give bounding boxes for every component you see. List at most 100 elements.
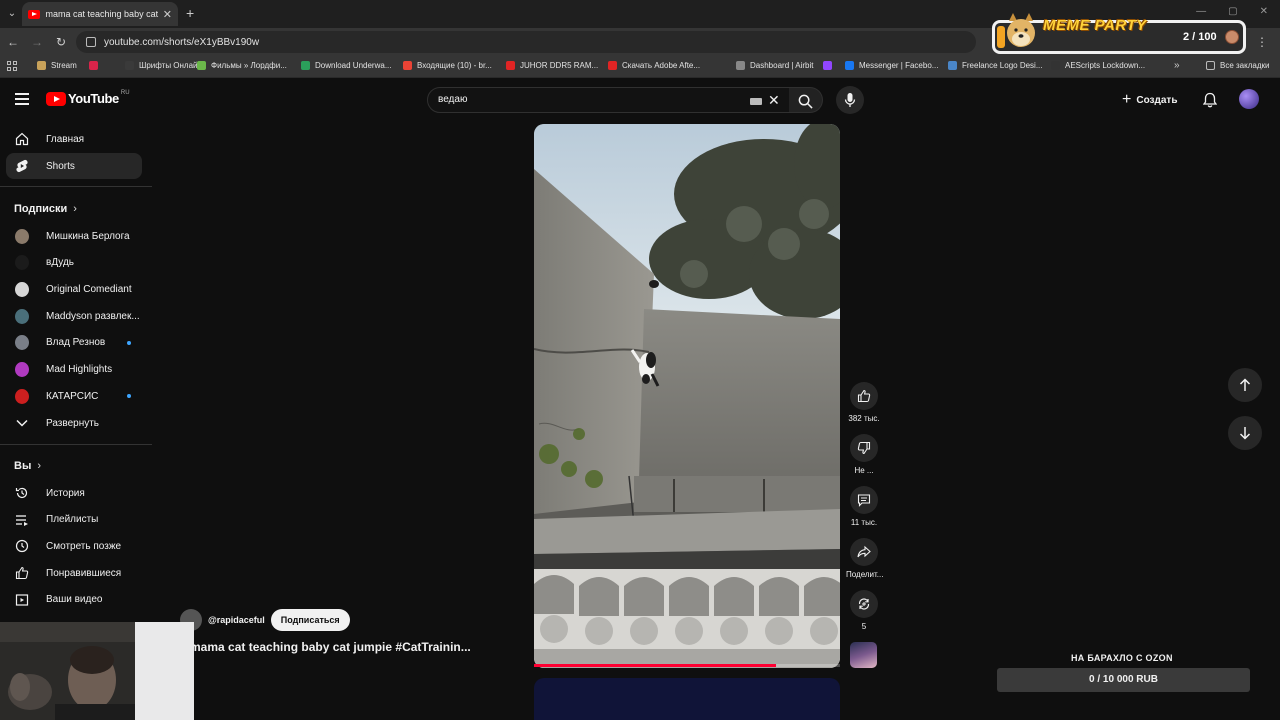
subscriptions-heading[interactable]: Подписки › — [14, 203, 77, 215]
bookmark-item[interactable] — [89, 61, 103, 70]
keyboard-icon[interactable] — [750, 98, 762, 105]
sidebar-item-label: Ваши видео — [46, 594, 103, 606]
sidebar-item-liked-videos[interactable]: Понравившиеся — [6, 560, 142, 586]
bookmark-label: JUHOR DDR5 RAM... — [520, 61, 599, 70]
bookmark-item[interactable]: Входящие (10) - br... — [403, 61, 492, 70]
donation-goal-title: НА БАРАХЛО С OZON — [1071, 653, 1173, 663]
sidebar-item-label: Главная — [46, 133, 85, 145]
sidebar-subscription-item[interactable]: Original Comediant — [6, 276, 142, 302]
sidebar-item-watch-later[interactable]: Смотреть позже — [6, 533, 142, 559]
bookmark-item[interactable]: Фильмы » Лордфи... — [197, 61, 287, 70]
address-url: youtube.com/shorts/eX1yBBv190w — [104, 36, 260, 48]
sidebar-item-playlists[interactable]: Плейлисты — [6, 507, 142, 533]
bookmark-item[interactable]: Скачать Adobe Afte... — [608, 61, 700, 70]
bookmark-item[interactable]: Messenger | Facebo... — [845, 61, 938, 70]
thumbs-down-icon — [857, 441, 871, 455]
remix-button[interactable]: 5 — [846, 590, 882, 631]
bookmark-label: Фильмы » Лордфи... — [211, 61, 287, 70]
all-bookmarks-button[interactable]: Все закладки — [1206, 61, 1269, 70]
channel-avatar-icon — [15, 308, 29, 324]
sidebar-subscription-item[interactable]: Mad Highlights — [6, 357, 142, 383]
channel-avatar-icon — [15, 255, 29, 271]
minimize-icon[interactable]: — — [1196, 6, 1206, 17]
sidebar-subscription-item[interactable]: Влад Резнов — [6, 330, 142, 356]
voice-search-button[interactable] — [836, 86, 864, 114]
subscribe-button[interactable]: Подписаться — [270, 609, 350, 631]
search-input[interactable]: ведаю ✕ — [427, 87, 791, 113]
sidebar-item-label: Развернуть — [46, 417, 100, 429]
like-button[interactable]: 382 тыс. — [846, 382, 882, 423]
share-label: Поделит... — [846, 570, 884, 579]
bookmark-favicon-icon — [506, 61, 515, 70]
sidebar-subscription-item[interactable]: КАТАРСИС — [6, 383, 142, 409]
sidebar-item-label: Mad Highlights — [46, 364, 113, 375]
sidebar-item-home[interactable]: Главная — [6, 126, 142, 152]
apps-grid-icon[interactable] — [7, 61, 17, 71]
next-short-button[interactable] — [1228, 416, 1262, 450]
channel-avatar-icon — [15, 388, 29, 404]
bookmark-item[interactable] — [823, 61, 837, 70]
sidebar-subscription-item[interactable]: Maddyson развлек... — [6, 303, 142, 329]
previous-short-button[interactable] — [1228, 368, 1262, 402]
clear-search-icon[interactable]: ✕ — [768, 92, 780, 109]
comments-button[interactable]: 11 тыс. — [846, 486, 882, 527]
site-info-icon[interactable] — [86, 37, 96, 47]
sidebar-item-expand[interactable]: Развернуть — [6, 410, 142, 436]
webcam-overlay — [0, 622, 194, 720]
bookmark-item[interactable]: Freelance Logo Desi... — [948, 61, 1043, 70]
dislike-label: Не ... — [854, 466, 874, 475]
video-progress-fill — [534, 664, 776, 667]
youtube-favicon-icon — [28, 9, 40, 19]
bookmark-item[interactable]: JUHOR DDR5 RAM... — [506, 61, 598, 70]
bookmark-favicon-icon — [948, 61, 957, 70]
bookmark-item[interactable]: Download Underwa... — [301, 61, 391, 70]
video-progress-bar[interactable] — [534, 664, 840, 667]
channel-name[interactable]: @rapidaceful — [208, 615, 265, 625]
bookmark-item[interactable]: AEScripts Lockdown... — [1051, 61, 1145, 70]
bookmark-favicon-icon — [1051, 61, 1060, 70]
sidebar-item-history[interactable]: История — [6, 480, 142, 506]
forward-arrow-icon[interactable]: → — [30, 35, 44, 49]
address-bar[interactable]: youtube.com/shorts/eX1yBBv190w — [76, 31, 976, 53]
sound-thumbnail[interactable] — [850, 642, 877, 668]
notifications-bell-icon[interactable] — [1203, 92, 1217, 108]
bookmark-item[interactable]: Dashboard | Airbit — [736, 61, 813, 70]
sidebar-divider — [0, 186, 152, 187]
sidebar-item-your-videos[interactable]: Ваши видео — [6, 587, 142, 613]
browser-menu-icon[interactable]: ⋮ — [1256, 35, 1268, 49]
search-button[interactable] — [789, 87, 823, 113]
short-video-player[interactable] — [534, 124, 840, 668]
new-tab-icon[interactable]: + — [186, 5, 194, 21]
window-close-icon[interactable]: ✕ — [1260, 6, 1268, 17]
bookmark-item[interactable]: Stream — [37, 61, 77, 70]
reload-icon[interactable]: ↻ — [54, 35, 68, 49]
tab-title: mama cat teaching baby cat ju — [45, 9, 159, 19]
watch-later-icon — [15, 539, 29, 553]
share-button[interactable]: Поделит... — [846, 538, 884, 579]
arrow-up-icon — [1239, 378, 1251, 391]
tab-close-icon[interactable]: ✕ — [163, 8, 172, 21]
back-arrow-icon[interactable]: ← — [6, 35, 20, 49]
tab-search-chevron-icon[interactable]: ⌄ — [4, 6, 20, 22]
bookmark-item[interactable]: Шрифты Онлайн — [125, 61, 202, 70]
create-button[interactable]: + Создать — [1122, 89, 1177, 111]
arrow-down-icon — [1239, 427, 1251, 440]
hamburger-menu-icon[interactable] — [15, 93, 29, 105]
sidebar-subscription-item[interactable]: вДудь — [6, 250, 142, 276]
sidebar-subscription-item[interactable]: Мишкина Берлога — [6, 223, 142, 249]
comment-count: 11 тыс. — [850, 518, 878, 527]
maximize-icon[interactable]: ▢ — [1228, 6, 1237, 17]
window-controls: — ▢ ✕ — [1196, 6, 1268, 17]
bookmark-favicon-icon — [403, 61, 412, 70]
donation-goal-bar: 0 / 10 000 RUB — [997, 668, 1250, 692]
sidebar-item-shorts[interactable]: Shorts — [6, 153, 142, 179]
account-avatar[interactable] — [1239, 89, 1259, 109]
bookmarks-more-icon[interactable]: » — [1174, 60, 1180, 71]
you-heading[interactable]: Вы › — [14, 460, 41, 472]
chevron-down-icon — [15, 416, 29, 430]
youtube-logo[interactable]: YouTube RU — [46, 90, 130, 106]
browser-tab-active[interactable]: mama cat teaching baby cat ju ✕ — [22, 2, 178, 26]
dislike-button[interactable]: Не ... — [846, 434, 882, 475]
short-title[interactable]: mama cat teaching baby cat jumpie #CatTr… — [190, 640, 471, 654]
bookmark-favicon-icon — [37, 61, 46, 70]
